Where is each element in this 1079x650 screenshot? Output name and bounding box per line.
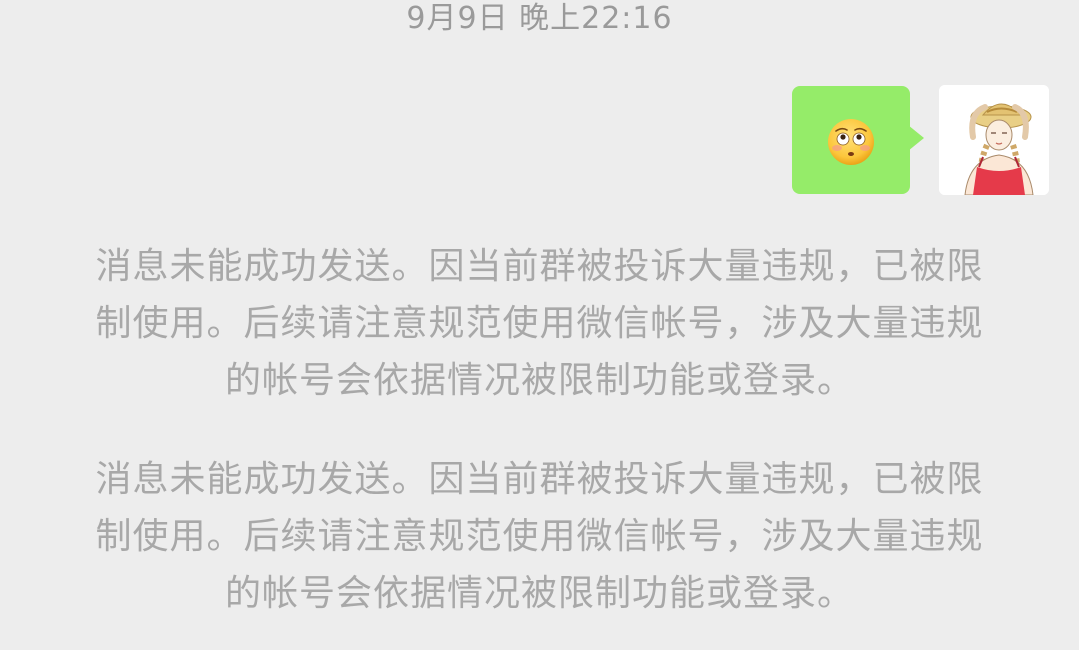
system-notice-line: 的帐号会依据情况被限制功能或登录。 bbox=[224, 360, 854, 401]
system-notice-line: 制使用。后续请注意规范使用微信帐号，涉及大量违规 bbox=[95, 516, 984, 557]
system-notice: 消息未能成功发送。因当前群被投诉大量违规，已被限 制使用。后续请注意规范使用微信… bbox=[60, 238, 1019, 409]
chat-timestamp: 9月9日 晚上22:16 bbox=[406, 1, 673, 36]
avatar-illustration-icon bbox=[939, 85, 1049, 195]
message-bubble-tail bbox=[908, 125, 924, 151]
system-notice-line: 消息未能成功发送。因当前群被投诉大量违规，已被限 bbox=[95, 246, 984, 287]
user-avatar[interactable] bbox=[939, 85, 1049, 195]
system-notice-line: 制使用。后续请注意规范使用微信帐号，涉及大量违规 bbox=[95, 303, 984, 344]
message-bubble[interactable] bbox=[792, 86, 910, 194]
system-notice-line: 的帐号会依据情况被限制功能或登录。 bbox=[224, 573, 854, 614]
flushed-face-emoji-icon bbox=[828, 119, 874, 165]
system-notice-line: 消息未能成功发送。因当前群被投诉大量违规，已被限 bbox=[95, 459, 984, 500]
system-notice: 消息未能成功发送。因当前群被投诉大量违规，已被限 制使用。后续请注意规范使用微信… bbox=[60, 451, 1019, 622]
